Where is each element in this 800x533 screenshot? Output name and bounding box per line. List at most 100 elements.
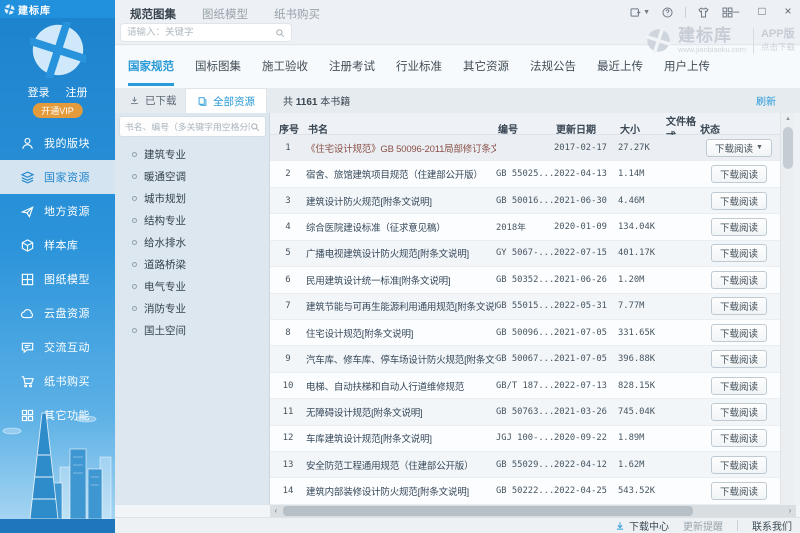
category-filter-panel: 建筑专业 暖通空调 城市规划 结构专业 给水排水 道路桥梁 电气专业 消防专业 … [115, 113, 270, 505]
cell-size: 4.46M [618, 195, 645, 206]
refresh-link[interactable]: 刷新 [756, 93, 776, 108]
table-row[interactable]: 7 建筑节能与可再生能源利用通用规范[附条文说明] GB 55015... 20… [270, 293, 780, 320]
register-link[interactable]: 注册 [66, 84, 88, 100]
horizontal-scroll-thumb[interactable] [283, 506, 693, 516]
cell-book-title: 汽车库、修车库、停车场设计防火规范[附条文说明] [306, 355, 496, 367]
main-tab-5[interactable]: 其它资源 [463, 58, 509, 86]
category-item[interactable]: 给水排水 [115, 231, 270, 253]
category-item[interactable]: 消防专业 [115, 297, 270, 319]
horizontal-scrollbar[interactable]: ‹ › [270, 505, 796, 517]
scroll-right-arrow[interactable]: › [784, 505, 796, 517]
table-row[interactable]: 13 安全防范工程通用规范（住建部公开版） GB 55029... 2022-0… [270, 452, 780, 479]
bullet-icon [132, 327, 137, 333]
download-read-button[interactable]: 下载阅读▼ [710, 191, 767, 210]
sidebar-item-blueprint[interactable]: 图纸模型 [0, 262, 115, 296]
download-center-link[interactable]: 下载中心 [615, 518, 669, 533]
main-tab-4[interactable]: 行业标准 [396, 58, 442, 86]
skin-icon[interactable] [697, 6, 710, 19]
download-read-button[interactable]: 下载阅读▼ [710, 376, 767, 395]
category-label: 电气专业 [144, 280, 186, 293]
download-read-button[interactable]: 下载阅读▼ [710, 270, 767, 289]
sidebar-item-cloud[interactable]: 云盘资源 [0, 296, 115, 330]
table-row[interactable]: 8 住宅设计规范[附条文说明] GB 50096... 2021-07-05 3… [270, 319, 780, 347]
right-gutter [794, 113, 800, 505]
main-tab-1[interactable]: 国标图集 [195, 58, 241, 86]
scroll-up-arrow[interactable]: ▲ [781, 116, 795, 122]
category-label: 结构专业 [144, 214, 186, 227]
category-item[interactable]: 建筑专业 [115, 143, 270, 165]
main-tab-3[interactable]: 注册考试 [329, 58, 375, 86]
download-read-button[interactable]: 下载阅读▼ [710, 217, 767, 236]
category-item[interactable]: 城市规划 [115, 187, 270, 209]
help-icon[interactable] [661, 6, 674, 19]
cell-book-title: 住宅设计规范[附条文说明] [306, 328, 414, 340]
download-read-button[interactable]: 下载阅读▼ [710, 297, 767, 316]
topnav-tab-1[interactable]: 图纸模型 [202, 6, 248, 22]
table-row[interactable]: 10 电梯、自动扶梯和自动人行道维修规范 GB/T 187... 2022-07… [270, 372, 780, 400]
close-button[interactable]: × [780, 3, 796, 19]
download-read-button[interactable]: 下载阅读▼ [710, 402, 767, 421]
download-read-button[interactable]: 下载阅读▼ [710, 244, 767, 263]
sidebar-item-map[interactable]: 地方资源 [0, 194, 115, 228]
table-row[interactable]: 12 车库建筑设计规范[附条文说明] JGJ 100-... 2020-09-2… [270, 425, 780, 453]
category-item[interactable]: 道路桥梁 [115, 253, 270, 275]
minimize-button[interactable]: – [728, 3, 744, 19]
cell-code: GB 50763... [496, 406, 554, 417]
vertical-scrollbar[interactable]: ▲ [780, 113, 794, 505]
cell-index: 5 [285, 248, 291, 259]
topnav-tab-0[interactable]: 规范图集 [130, 6, 176, 22]
cell-code: 2018年 [496, 223, 526, 234]
search-icon[interactable] [275, 28, 285, 38]
sidebar-item-layers[interactable]: 国家资源 [0, 160, 115, 194]
tab-all-resources[interactable]: 全部资源 [185, 88, 267, 113]
sidebar-item-chat[interactable]: 交流互动 [0, 330, 115, 364]
cart-icon [20, 374, 35, 389]
login-link[interactable]: 登录 [28, 84, 50, 100]
table-row[interactable]: 9 汽车库、修车库、停车场设计防火规范[附条文说明] GB 50067... 2… [270, 346, 780, 373]
table-row[interactable]: 3 建筑设计防火规范[附条文说明] GB 50016... 2021-06-30… [270, 187, 780, 215]
main-tab-2[interactable]: 施工验收 [262, 58, 308, 86]
category-item[interactable]: 暖通空调 [115, 165, 270, 187]
download-read-button[interactable]: 下载阅读▼ [710, 323, 767, 342]
cell-size: 396.88K [618, 354, 656, 365]
table-row[interactable]: 4 综合医院建设标准（征求意见稿） 2018年 2020-01-09 134.0… [270, 214, 780, 241]
map-icon [20, 204, 35, 219]
download-read-button[interactable]: 下载阅读▼ [710, 350, 767, 369]
main-tab-6[interactable]: 法规公告 [530, 58, 576, 86]
sidebar-item-cube[interactable]: 样本库 [0, 228, 115, 262]
column-header-2: 编号 [498, 124, 518, 136]
download-read-button[interactable]: 下载阅读▼ [710, 429, 767, 448]
category-item[interactable]: 电气专业 [115, 275, 270, 297]
tab-downloaded[interactable]: 已下载 [129, 88, 177, 113]
capture-icon[interactable]: ▼ [629, 6, 650, 19]
vertical-scroll-thumb[interactable] [783, 127, 793, 169]
vip-badge[interactable]: 开通VIP [32, 103, 83, 118]
topnav-tab-2[interactable]: 纸书购买 [274, 6, 320, 22]
sidebar-item-user[interactable]: 我的版块 [0, 126, 115, 160]
download-read-button[interactable]: 下载阅读▼ [706, 138, 772, 157]
book-search-input[interactable] [125, 121, 250, 132]
main-tab-8[interactable]: 用户上传 [664, 58, 710, 86]
table-row[interactable]: 2 宿舍、旅馆建筑项目规范（住建部公开版） GB 55025... 2022-0… [270, 161, 780, 188]
scroll-left-arrow[interactable]: ‹ [270, 505, 282, 517]
main-tab-7[interactable]: 最近上传 [597, 58, 643, 86]
maximize-button[interactable]: □ [754, 3, 770, 19]
download-read-button[interactable]: 下载阅读▼ [710, 482, 767, 501]
global-search-input[interactable] [127, 27, 275, 38]
table-row[interactable]: 5 广播电视建筑设计防火规范[附条文说明] GY 5067-... 2022-0… [270, 240, 780, 268]
table-row[interactable]: 1 《住宅设计规范》GB 50096-2011局部修订条文及说... 2017-… [270, 135, 780, 162]
main-tab-0[interactable]: 国家规范 [128, 58, 174, 86]
table-row[interactable]: 11 无障碍设计规范[附条文说明] GB 50763... 2021-03-26… [270, 399, 780, 426]
download-read-button[interactable]: 下载阅读▼ [710, 455, 767, 474]
table-row[interactable]: 14 建筑内部装修设计防火规范[附条文说明] GB 50222... 2022-… [270, 478, 780, 505]
horizontal-scroll-track[interactable] [282, 505, 784, 517]
category-item[interactable]: 结构专业 [115, 209, 270, 231]
table-row[interactable]: 6 民用建筑设计统一标准[附条文说明] GB 50352... 2021-06-… [270, 267, 780, 294]
download-read-button[interactable]: 下载阅读▼ [710, 165, 767, 184]
bullet-icon [132, 217, 137, 223]
sidebar-item-cart[interactable]: 纸书购买 [0, 364, 115, 398]
search-icon[interactable] [250, 122, 260, 132]
contact-us-link[interactable]: 联系我们 [752, 518, 792, 533]
update-reminder-link[interactable]: 更新提醒 [683, 518, 723, 533]
category-item[interactable]: 国土空间 [115, 319, 270, 341]
